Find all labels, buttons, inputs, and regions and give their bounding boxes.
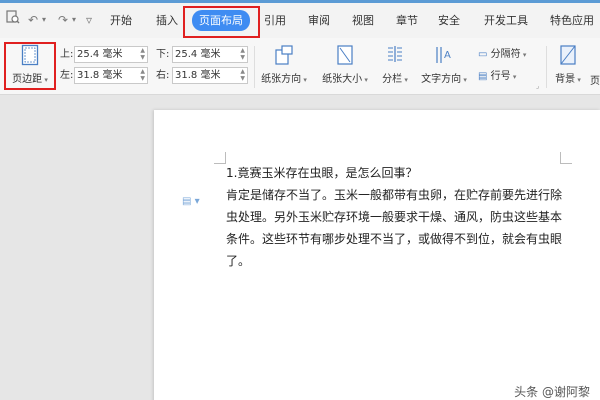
doc-line: 条件。这些环节有哪步处理不当了，或做得不到位，就会有虫眼 bbox=[226, 232, 563, 246]
document-area[interactable]: ▤ ▾ 1.竟赛玉米存在虫眼，是怎么回事？ 肯定是储存不当了。玉米一般都带有虫卵… bbox=[0, 96, 600, 400]
bottom-margin-label: 下: bbox=[156, 49, 170, 60]
redo-dropdown-icon[interactable]: ▾ bbox=[72, 10, 76, 30]
spinner-icon[interactable]: ▲ ▼ bbox=[240, 47, 245, 61]
line-number-button[interactable]: ▤ 行号 ▾ bbox=[478, 69, 516, 85]
svg-text:A: A bbox=[444, 50, 451, 61]
chevron-down-icon: ▾ bbox=[461, 76, 467, 84]
right-margin-label: 右: bbox=[156, 70, 170, 81]
text-direction-button[interactable]: A 文字方向 ▾ bbox=[418, 44, 470, 85]
tab-security[interactable]: 安全 bbox=[438, 12, 460, 30]
line-number-icon: ▤ bbox=[478, 71, 488, 82]
tab-home[interactable]: 开始 bbox=[110, 12, 132, 30]
spinner-icon[interactable]: ▲ ▼ bbox=[240, 68, 245, 82]
background-label: 背景 bbox=[555, 74, 576, 85]
spinner-icon[interactable]: ▲ ▼ bbox=[140, 68, 145, 82]
chevron-down-icon: ▾ bbox=[402, 76, 408, 84]
top-margin-label: 上: bbox=[60, 49, 74, 60]
watermark-text: 头条 @谢阿黎 bbox=[514, 385, 590, 399]
dropdown-icon[interactable]: ▿ bbox=[86, 10, 92, 30]
left-margin-label: 左: bbox=[60, 70, 74, 81]
doc-line: 肯定是储存不当了。玉米一般都带有虫卵，在贮存前要先进行除 bbox=[226, 188, 563, 202]
ribbon: 页边距 ▾ 上: 25.4 毫米 ▲ ▼ 下: 25.4 毫米 ▲ ▼ 左: 31.8 … bbox=[0, 38, 600, 95]
background-button[interactable]: 背景 ▾ bbox=[550, 44, 586, 85]
tab-insert[interactable]: 插入 bbox=[156, 12, 178, 30]
doc-line: 虫处理。另外玉米贮存环境一般要求干燥、通风，防虫这些基本 bbox=[226, 210, 563, 224]
paper-size-icon bbox=[337, 45, 353, 65]
chevron-down-icon: ▾ bbox=[362, 76, 368, 84]
line-number-label: 行号 bbox=[490, 71, 511, 82]
document-page[interactable]: ▤ ▾ 1.竟赛玉米存在虫眼，是怎么回事？ 肯定是储存不当了。玉米一般都带有虫卵… bbox=[154, 110, 600, 400]
paper-size-button[interactable]: 纸张大小 ▾ bbox=[318, 44, 372, 85]
group-expand-icon[interactable]: ⌟ bbox=[536, 82, 539, 90]
tab-page-layout[interactable]: 页面布局 bbox=[192, 10, 250, 31]
doc-line: 了。 bbox=[226, 254, 251, 268]
separator-label: 分隔符 bbox=[490, 49, 521, 60]
tab-references[interactable]: 引用 bbox=[264, 12, 286, 30]
doc-line: 1.竟赛玉米存在虫眼，是怎么回事？ bbox=[226, 166, 418, 180]
tab-view[interactable]: 视图 bbox=[352, 12, 374, 30]
background-icon bbox=[560, 45, 576, 65]
chevron-down-icon: ▾ bbox=[301, 76, 307, 84]
page-margins-icon bbox=[21, 44, 39, 66]
chevron-down-icon: ▾ bbox=[510, 73, 517, 81]
columns-icon bbox=[388, 46, 402, 62]
tab-special-apps[interactable]: 特色应用 bbox=[550, 12, 594, 30]
undo-icon[interactable]: ↶ bbox=[28, 10, 38, 30]
print-preview-icon[interactable] bbox=[6, 10, 20, 30]
ribbon-separator bbox=[546, 46, 547, 88]
chevron-down-icon: ▾ bbox=[42, 76, 48, 84]
paragraph-handle-icon[interactable]: ▤ ▾ bbox=[182, 196, 200, 207]
orientation-button[interactable]: 纸张方向 ▾ bbox=[258, 44, 310, 85]
margins-button[interactable]: 页边距 ▾ bbox=[7, 44, 53, 85]
bottom-margin-input[interactable]: 25.4 毫米 ▲ ▼ bbox=[172, 46, 248, 63]
ribbon-separator bbox=[254, 46, 255, 88]
undo-dropdown-icon[interactable]: ▾ bbox=[42, 10, 46, 30]
text-direction-icon: A bbox=[436, 47, 451, 63]
separator-button[interactable]: ▭ 分隔符 ▾ bbox=[478, 47, 526, 63]
right-margin-input[interactable]: 31.8 毫米 ▲ ▼ bbox=[172, 67, 248, 84]
margin-corner-mark bbox=[214, 152, 226, 164]
tab-chapter[interactable]: 章节 bbox=[396, 12, 418, 30]
tab-review[interactable]: 审阅 bbox=[308, 12, 330, 30]
page-border-button[interactable]: 页 bbox=[590, 72, 600, 87]
left-margin-input[interactable]: 31.8 毫米 ▲ ▼ bbox=[74, 67, 148, 84]
chevron-down-icon: ▾ bbox=[575, 76, 581, 84]
columns-label: 分栏 bbox=[382, 74, 403, 85]
orientation-label: 纸张方向 bbox=[261, 74, 302, 85]
top-margin-input[interactable]: 25.4 毫米 ▲ ▼ bbox=[74, 46, 148, 63]
redo-icon[interactable]: ↷ bbox=[58, 10, 68, 30]
page-border-label: 页 bbox=[590, 76, 600, 87]
orientation-icon bbox=[275, 45, 293, 65]
chevron-down-icon: ▾ bbox=[520, 51, 527, 59]
paper-size-label: 纸张大小 bbox=[322, 74, 363, 85]
margins-label: 页边距 bbox=[12, 74, 43, 85]
separator-icon: ▭ bbox=[478, 49, 488, 60]
text-direction-label: 文字方向 bbox=[421, 74, 462, 85]
spinner-icon[interactable]: ▲ ▼ bbox=[140, 47, 145, 61]
menu-bar: ↶ ▾ ↷ ▾ ▿ 开始 插入 页面布局 引用 审阅 视图 章节 安全 开发工具… bbox=[0, 3, 600, 38]
tab-developer[interactable]: 开发工具 bbox=[484, 12, 528, 30]
columns-button[interactable]: 分栏 ▾ bbox=[378, 44, 412, 85]
document-body[interactable]: 1.竟赛玉米存在虫眼，是怎么回事？ 肯定是储存不当了。玉米一般都带有虫卵，在贮存… bbox=[226, 162, 566, 272]
